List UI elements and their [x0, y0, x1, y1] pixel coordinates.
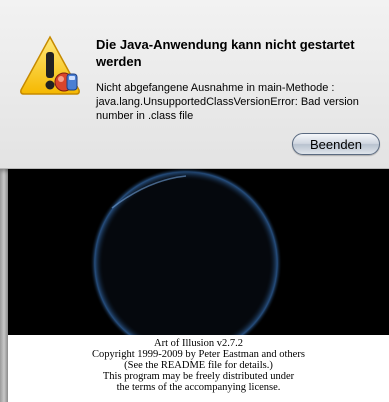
java-badge-icon	[54, 72, 78, 92]
alert-message: Nicht abgefangene Ausnahme in main-Metho…	[96, 82, 359, 122]
credits-line: Art of Illusion v2.7.2	[154, 338, 243, 349]
alert-title: Die Java-Anwendung kann nicht gestartet …	[96, 37, 355, 69]
splash-credits: Art of Illusion v2.7.2 Copyright 1999-20…	[8, 335, 389, 402]
credits-line: Copyright 1999-2009 by Peter Eastman and…	[92, 349, 305, 360]
credits-line: the terms of the accompanying license.	[116, 382, 281, 393]
window-edge	[0, 168, 8, 402]
quit-button[interactable]: Beenden	[292, 133, 380, 155]
warning-icon	[18, 34, 82, 98]
credits-line: (See the README file for details.)	[124, 360, 273, 371]
error-alert-dialog: Die Java-Anwendung kann nicht gestartet …	[0, 0, 389, 169]
credits-line: This program may be freely distributed u…	[102, 371, 295, 382]
splash-image	[8, 168, 389, 335]
